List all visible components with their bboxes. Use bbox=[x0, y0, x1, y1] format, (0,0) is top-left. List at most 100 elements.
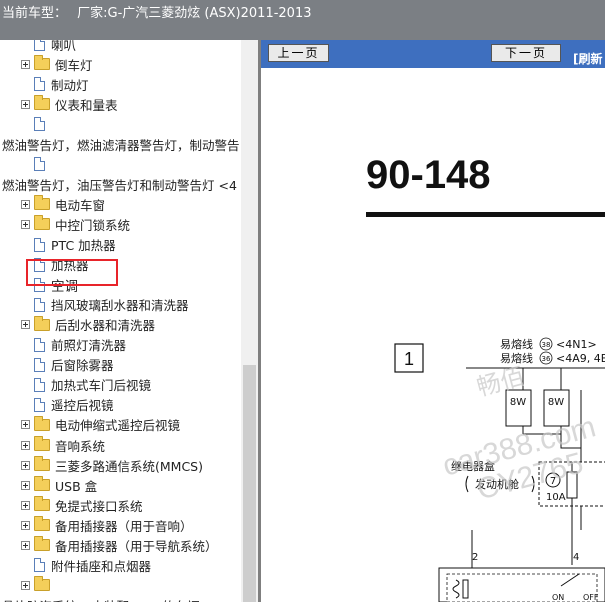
tree-item[interactable]: 制动灯 bbox=[34, 74, 89, 94]
expand-icon[interactable] bbox=[21, 219, 30, 229]
expand-icon[interactable] bbox=[21, 59, 30, 69]
tree-item-label: PTC 加热器 bbox=[51, 238, 116, 253]
tree-item-label: 备用插接器（用于导航系统） bbox=[55, 538, 218, 554]
tree-item-label: 挡风玻璃刮水器和清洗器 bbox=[51, 298, 189, 314]
tree-item-label: 电动伸缩式遥控后视镜 bbox=[55, 418, 181, 434]
document-icon bbox=[34, 297, 45, 312]
tree-item[interactable]: 中控门锁系统 bbox=[21, 214, 130, 234]
title-bar: 当前车型： 厂家:G-广汽三菱劲炫 (ASX)2011-2013 bbox=[0, 0, 605, 40]
expand-icon[interactable] bbox=[21, 500, 30, 510]
tree-item[interactable]: 备用插接器（用于导航系统） bbox=[21, 535, 218, 555]
folder-icon bbox=[34, 315, 50, 331]
tree-item[interactable]: 仪表和量表 bbox=[21, 94, 118, 114]
tree-item-label: 音响系统 bbox=[55, 438, 106, 454]
wire-size-b: 8W bbox=[548, 397, 564, 408]
tree-item-label: 制动灯 bbox=[51, 77, 89, 93]
section-number: 1 bbox=[404, 349, 414, 369]
fuse-line-num-2: 36 bbox=[542, 355, 551, 363]
tree-item-label: 中控门锁系统 bbox=[55, 217, 131, 233]
tree-item[interactable]: 喇叭 bbox=[34, 40, 76, 54]
tree-item-label: 备用插接器（用于音响） bbox=[55, 518, 193, 534]
fuse-connector-2: <4A9, 4B1 bbox=[556, 352, 605, 365]
document-icon bbox=[34, 77, 45, 92]
folder-icon bbox=[34, 436, 50, 451]
tree-item[interactable]: 后窗除雾器 bbox=[34, 355, 114, 375]
expand-icon[interactable] bbox=[21, 580, 30, 590]
tree-item[interactable]: 电动伸缩式遥控后视镜 bbox=[21, 415, 180, 435]
tree-item-label: 燃油警告灯，油压警告灯和制动警告灯 <4 bbox=[2, 177, 237, 193]
expand-icon[interactable] bbox=[21, 99, 30, 109]
tree-item[interactable]: 加热式车门后视镜 bbox=[34, 375, 151, 395]
document-icon bbox=[34, 237, 45, 252]
heading-rule bbox=[366, 212, 605, 217]
expand-icon[interactable] bbox=[21, 460, 30, 470]
folder-icon bbox=[34, 415, 50, 431]
document-icon bbox=[34, 337, 45, 352]
document-icon bbox=[34, 558, 45, 573]
document-icon bbox=[34, 377, 45, 392]
tree-item-label: 附件插座和点烟器 bbox=[51, 558, 152, 574]
document-icon bbox=[34, 40, 45, 51]
expand-icon[interactable] bbox=[21, 480, 30, 490]
folder-icon bbox=[34, 195, 50, 211]
vehicle-label: 当前车型： bbox=[2, 6, 68, 21]
viewer-toolbar: 上一页 下一页 [刷新 bbox=[261, 40, 605, 68]
tree-item[interactable]: 挡风玻璃刮水器和清洗器 bbox=[34, 295, 189, 315]
tree-item[interactable]: 遥控后视镜 bbox=[34, 395, 114, 415]
tree-item[interactable] bbox=[34, 154, 51, 174]
next-page-button[interactable]: 下一页 bbox=[491, 44, 561, 62]
fuse-line-label-1: 易熔线 bbox=[500, 337, 533, 351]
tree-panel: 喇叭倒车灯制动灯仪表和量表燃油警告灯，燃油滤清器警告灯，制动警告燃油警告灯，油压… bbox=[0, 40, 258, 602]
tree-item-label: 喇叭 bbox=[51, 40, 77, 53]
tree-item-label: 免提式接口系统 bbox=[55, 498, 143, 514]
tree-item[interactable]: 电动车窗 bbox=[21, 194, 105, 214]
prev-page-button[interactable]: 上一页 bbox=[268, 44, 329, 62]
tree-item[interactable]: 后刮水器和清洗器 bbox=[21, 315, 155, 335]
expand-icon[interactable] bbox=[21, 320, 30, 330]
folder-icon bbox=[34, 95, 50, 111]
tree-item[interactable]: 燃油警告灯，燃油滤清器警告灯，制动警告 bbox=[2, 134, 240, 154]
tree-item-label: 三菱多路通信系统(MMCS) bbox=[55, 458, 203, 474]
tree-item[interactable]: 备用插接器（用于音响） bbox=[21, 515, 193, 535]
tree-item[interactable]: 倒车灯 bbox=[21, 54, 93, 74]
wire-size-a: 8W bbox=[510, 397, 526, 408]
document-icon bbox=[34, 117, 45, 132]
switch-on-label: ON bbox=[552, 593, 564, 602]
tree-item[interactable]: PTC 加热器 bbox=[34, 235, 116, 255]
folder-icon bbox=[34, 55, 50, 71]
tree-item-label: 后刮水器和清洗器 bbox=[55, 318, 156, 334]
tree-item[interactable]: 晶片防盗系统 <未装配 KOS 的车辆> bbox=[2, 595, 210, 602]
folder-icon bbox=[34, 456, 50, 472]
tree-item[interactable]: 音响系统 bbox=[21, 435, 105, 455]
tree-item-label: 电动车窗 bbox=[55, 197, 106, 213]
expand-icon[interactable] bbox=[21, 520, 30, 530]
folder-icon bbox=[34, 476, 50, 492]
expand-icon[interactable] bbox=[21, 440, 30, 450]
page-number: 90-148 bbox=[366, 153, 491, 197]
tree-item[interactable] bbox=[21, 575, 55, 595]
tree-item-label: 晶片防盗系统 <未装配 KOS 的车辆> bbox=[2, 596, 210, 602]
tree-item[interactable]: 前照灯清洗器 bbox=[34, 335, 126, 355]
switch-off-label: OFF bbox=[583, 593, 599, 602]
folder-icon bbox=[34, 536, 50, 552]
tree-item[interactable]: 附件插座和点烟器 bbox=[34, 555, 151, 575]
tree-item[interactable] bbox=[34, 114, 51, 134]
expand-icon[interactable] bbox=[21, 199, 30, 209]
tree-item-label: 倒车灯 bbox=[55, 57, 93, 73]
tree-item[interactable]: 免提式接口系统 bbox=[21, 495, 143, 515]
folder-icon bbox=[34, 516, 50, 532]
document-viewer: 上一页 下一页 [刷新 90-148 1 易熔线 38 <4N1> 易熔线 36… bbox=[261, 40, 605, 602]
tree-item-label: 加热式车门后视镜 bbox=[51, 378, 152, 394]
refresh-link[interactable]: [刷新 bbox=[573, 50, 603, 67]
tree-item[interactable]: 三菱多路通信系统(MMCS) bbox=[21, 455, 203, 475]
tree-item[interactable]: USB 盒 bbox=[21, 475, 97, 495]
folder-icon bbox=[34, 496, 50, 512]
pin-4: 4 bbox=[573, 552, 579, 563]
expand-icon[interactable] bbox=[21, 540, 30, 550]
fuse-amperage: 10A bbox=[546, 492, 566, 503]
expand-icon[interactable] bbox=[21, 420, 30, 430]
scrollbar-thumb[interactable] bbox=[243, 365, 256, 602]
tree-item-label: 仪表和量表 bbox=[55, 97, 118, 113]
tree-item-label: 前照灯清洗器 bbox=[51, 338, 127, 354]
tree-item[interactable]: 燃油警告灯，油压警告灯和制动警告灯 <4 bbox=[2, 174, 237, 194]
